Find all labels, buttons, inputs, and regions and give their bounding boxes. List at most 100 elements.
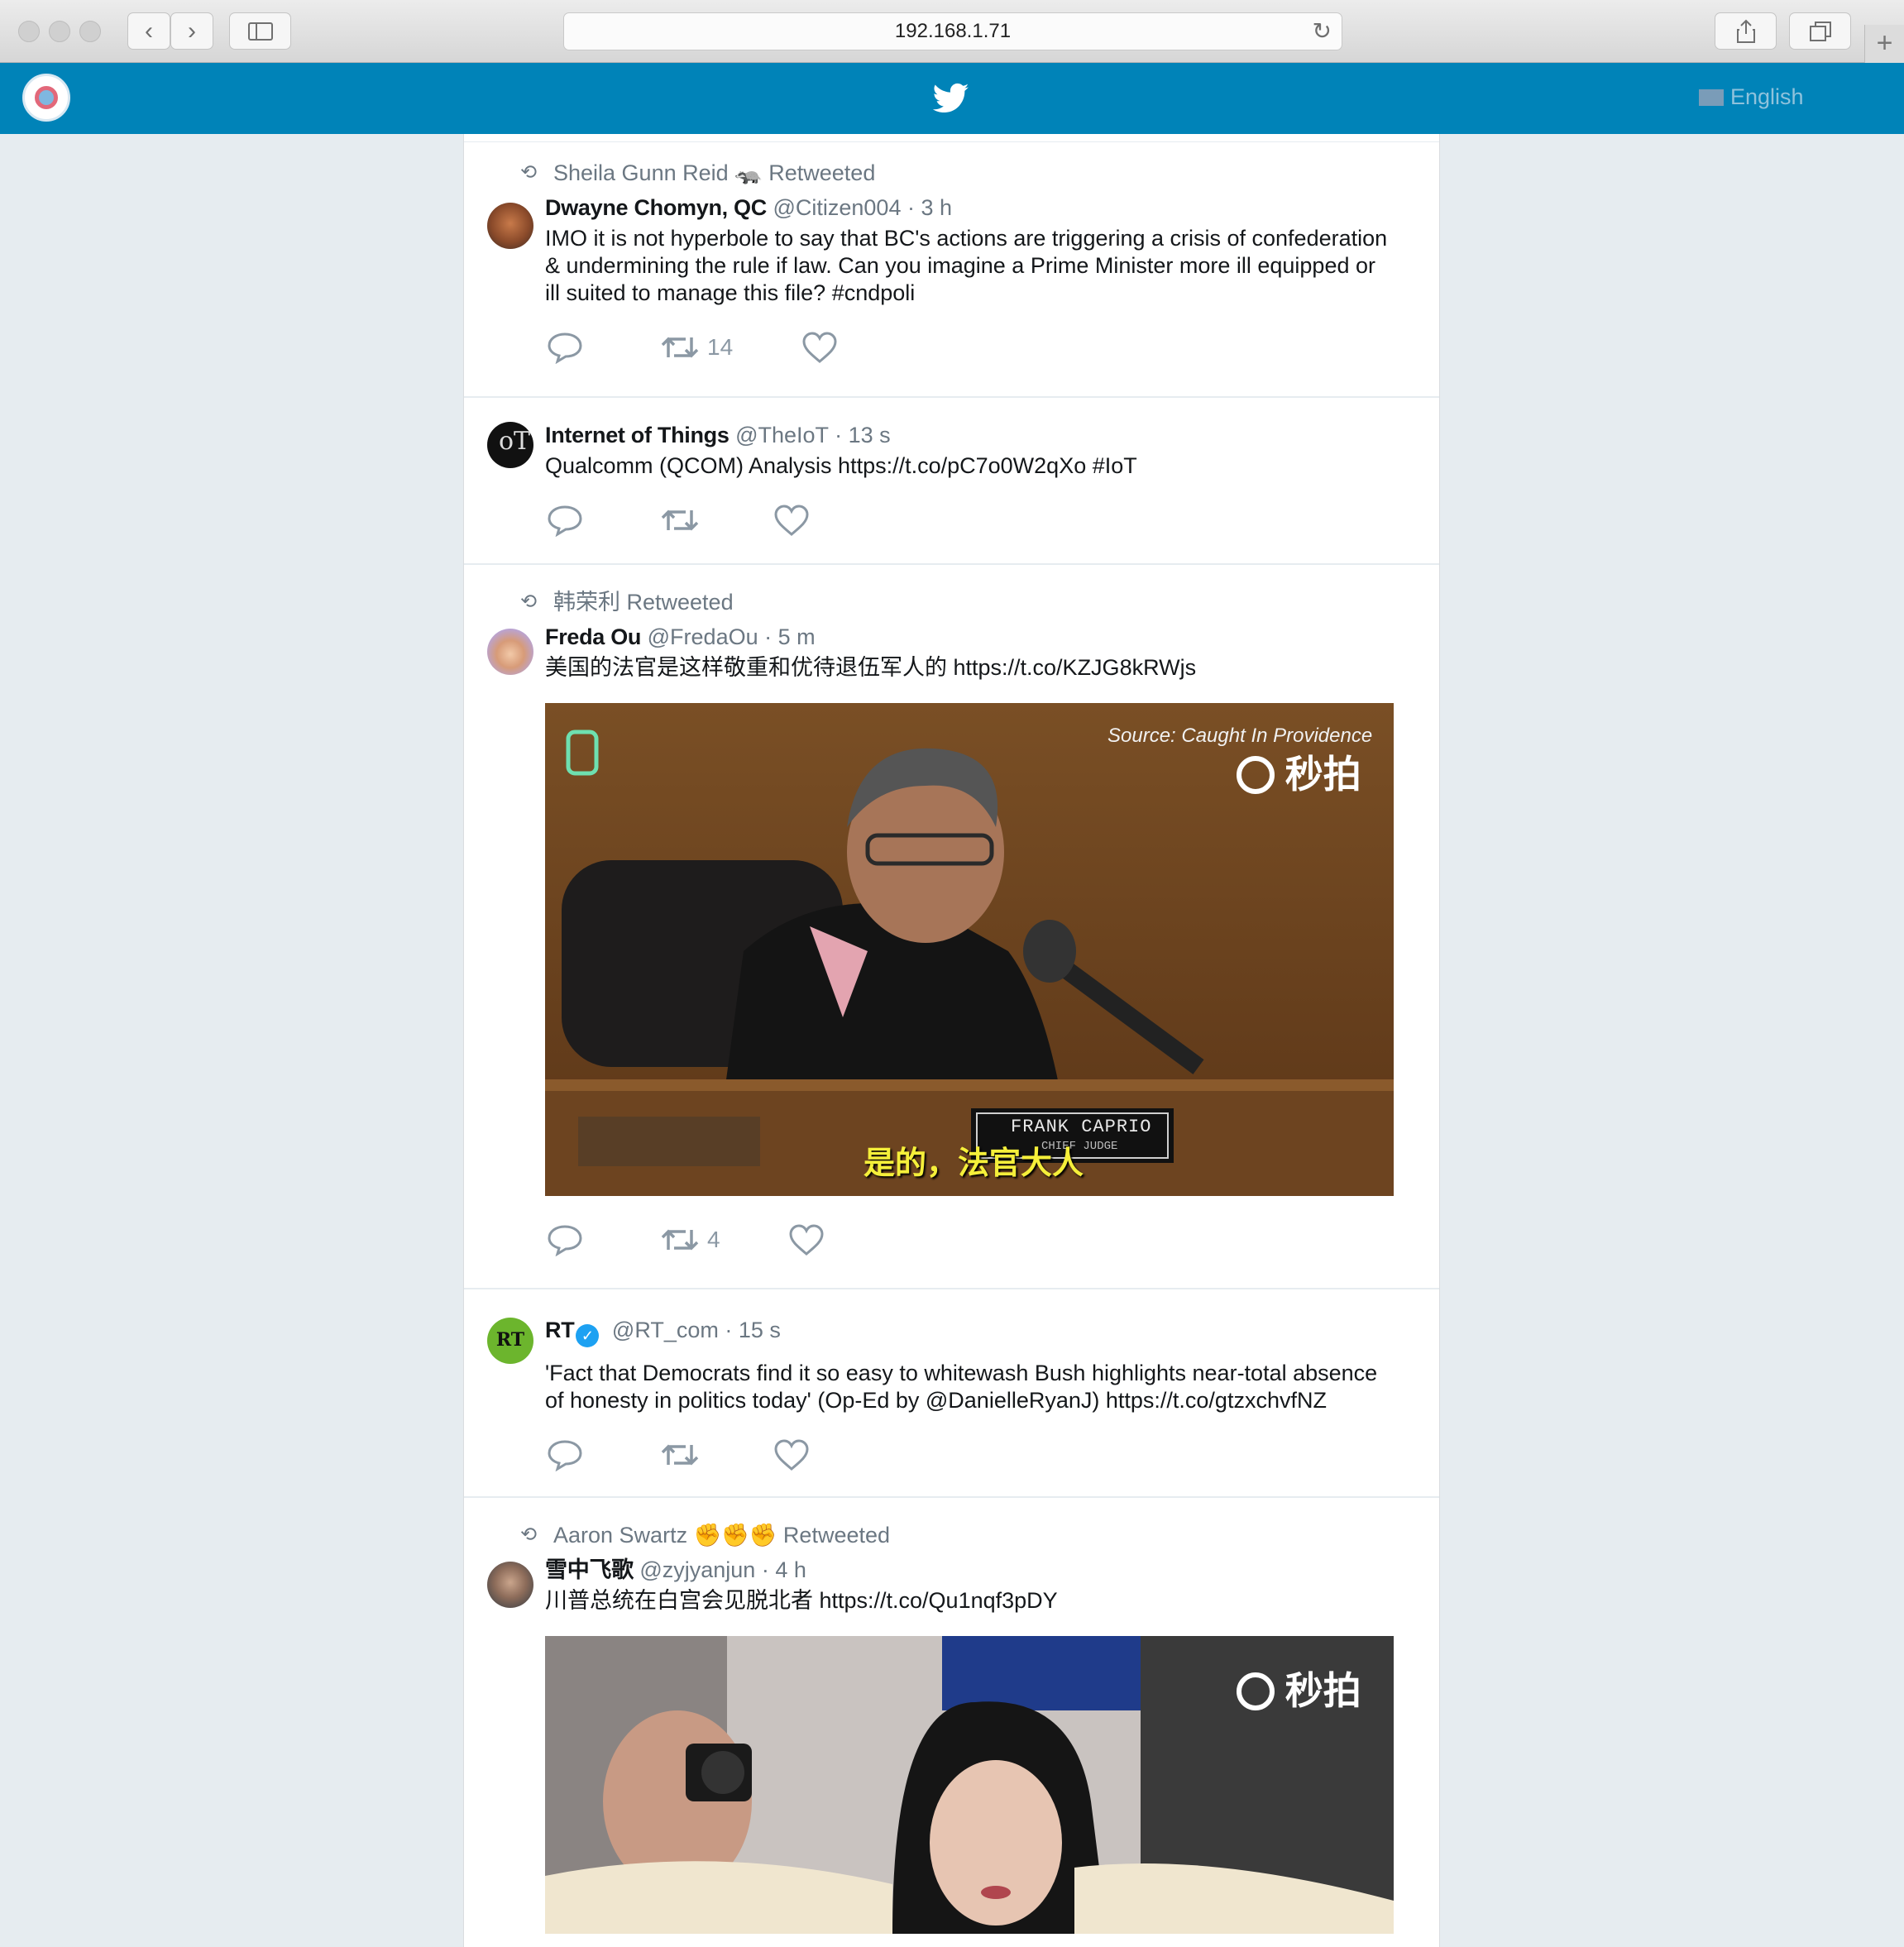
video-watermark: 秒拍: [1237, 1661, 1361, 1715]
avatar[interactable]: [487, 1562, 533, 1608]
tweet-text: 川普总统在白宫会见脱北者 https://t.co/Qu1nqf3pDY: [545, 1588, 1058, 1613]
sidebar-toggle-button[interactable]: [229, 12, 291, 50]
share-button[interactable]: [1715, 12, 1777, 50]
tweet[interactable]: ⟲ Aaron Swartz ✊✊✊ Retweeted 雪中飞歌 @zyjya…: [464, 1498, 1439, 1947]
reply-icon: [548, 505, 582, 537]
heart-icon: [774, 1439, 809, 1471]
handle[interactable]: @TheIoT: [735, 423, 828, 447]
camera-icon: [1237, 756, 1275, 794]
display-name[interactable]: Internet of Things: [545, 423, 730, 447]
twitter-bird-icon: [933, 83, 969, 113]
language-label: English: [1730, 84, 1804, 109]
retweeted-by-label: Sheila Gunn Reid 🦡 Retweeted: [553, 160, 876, 185]
new-tab-button[interactable]: +: [1864, 25, 1904, 63]
avatar[interactable]: RT: [487, 1318, 533, 1364]
like-button[interactable]: [773, 500, 810, 541]
verified-badge-icon: ✓: [576, 1324, 600, 1347]
app-logo[interactable]: [22, 74, 70, 122]
reply-icon: [548, 332, 582, 364]
avatar[interactable]: oT: [487, 422, 533, 468]
tweet[interactable]: oT Internet of Things @TheIoT · 13 s Qua…: [464, 398, 1439, 565]
reload-icon[interactable]: ↻: [1313, 13, 1332, 50]
retweet-icon: ⟲: [520, 591, 538, 613]
retweet-button[interactable]: [661, 500, 699, 541]
tweet-header: Freda Ou @FredaOu · 5 m: [545, 621, 1393, 653]
retweet-icon: [661, 1444, 699, 1466]
tweet-text: Qualcomm (QCOM) Analysis https://t.co/pC…: [545, 453, 1137, 478]
uk-flag-icon: [1699, 89, 1724, 106]
tabs-icon: [1809, 22, 1831, 41]
tweet-actions: [545, 500, 1393, 557]
display-name[interactable]: RT: [545, 1318, 575, 1342]
back-button[interactable]: ‹: [127, 12, 170, 50]
retweet-button[interactable]: [661, 1434, 699, 1476]
handle[interactable]: @RT_com: [612, 1318, 719, 1342]
browser-toolbar: ‹ › 192.168.1.71 ↻ +: [0, 0, 1904, 63]
tweet[interactable]: RT RT ✓ @RT_com · 15 s 'Fact that Democra…: [464, 1289, 1439, 1498]
tweet-text: 'Fact that Democrats find it so easy to …: [545, 1361, 1378, 1413]
like-button[interactable]: [773, 1434, 810, 1476]
reply-button[interactable]: [547, 1219, 583, 1261]
address-bar[interactable]: 192.168.1.71 ↻: [563, 12, 1342, 50]
timestamp[interactable]: · 5 m: [764, 624, 816, 649]
handle[interactable]: @Citizen004: [773, 195, 901, 220]
retweet-icon: ⟲: [520, 161, 538, 184]
zoom-window-button[interactable]: [79, 21, 101, 42]
chevron-left-icon: ‹: [145, 17, 153, 45]
close-window-button[interactable]: [18, 21, 40, 42]
camera-icon: [1237, 1672, 1275, 1710]
retweet-context: ⟲ 韩荣利 Retweeted: [464, 583, 1439, 621]
timeline: ⟲ Sheila Gunn Reid 🦡 Retweeted Dwayne Ch…: [463, 134, 1440, 1947]
display-name[interactable]: 雪中飞歌: [545, 1557, 634, 1582]
tweet-text: 美国的法官是这样敬重和优待退伍军人的 https://t.co/KZJG8kRW…: [545, 655, 1197, 680]
retweet-button[interactable]: 14: [661, 327, 733, 368]
retweet-button[interactable]: 4: [661, 1219, 720, 1261]
handle[interactable]: @zyjyanjun: [639, 1557, 755, 1582]
tweet-actions: 14: [545, 327, 1393, 385]
retweet-icon: [661, 337, 699, 358]
share-icon: [1736, 19, 1755, 43]
heart-icon: [774, 505, 809, 536]
retweet-count: 14: [707, 334, 734, 360]
tweet[interactable]: ⟲ Sheila Gunn Reid 🦡 Retweeted Dwayne Ch…: [464, 142, 1439, 398]
reply-button[interactable]: [547, 500, 583, 541]
handle[interactable]: @FredaOu: [648, 624, 758, 649]
reply-button[interactable]: [547, 327, 583, 368]
heart-icon: [789, 1224, 824, 1256]
avatar[interactable]: [487, 203, 533, 249]
like-button[interactable]: [801, 327, 838, 368]
tweet[interactable]: ⟲ 韩荣利 Retweeted Freda Ou @FredaOu · 5 m …: [464, 565, 1439, 1289]
video-thumbnail[interactable]: 秒拍: [545, 1636, 1394, 1934]
app-header: English: [0, 63, 1904, 134]
retweeted-by-label: Aaron Swartz ✊✊✊ Retweeted: [553, 1523, 891, 1548]
retweet-count: 4: [707, 1227, 720, 1252]
timestamp[interactable]: · 15 s: [725, 1318, 781, 1342]
tweet-header: RT ✓ @RT_com · 15 s: [545, 1314, 1393, 1347]
retweet-icon: ⟲: [520, 1524, 538, 1546]
sidebar-icon: [247, 22, 273, 41]
display-name[interactable]: Freda Ou: [545, 624, 641, 649]
like-button[interactable]: [788, 1219, 825, 1261]
video-thumbnail[interactable]: Source: Caught In Providence 秒拍 FRANK CA…: [545, 703, 1394, 1196]
chevron-right-icon: ›: [188, 17, 196, 45]
reply-icon: [548, 1440, 582, 1471]
retweeted-by-label: 韩荣利 Retweeted: [553, 590, 734, 615]
retweet-context: ⟲ Aaron Swartz ✊✊✊ Retweeted: [464, 1516, 1439, 1554]
video-subtitle: 是的，法官大人: [863, 1146, 1084, 1181]
language-selector[interactable]: English: [1699, 84, 1804, 110]
timestamp[interactable]: · 13 s: [835, 423, 891, 447]
timestamp[interactable]: · 4 h: [762, 1557, 806, 1582]
reply-icon: [548, 1225, 582, 1256]
forward-button[interactable]: ›: [170, 12, 213, 50]
video-watermark: 秒拍: [1237, 744, 1361, 799]
retweet-icon: [661, 1229, 699, 1251]
timestamp[interactable]: · 3 h: [907, 195, 952, 220]
tweet-text: IMO it is not hyperbole to say that BC's…: [545, 226, 1388, 305]
heart-icon: [802, 332, 837, 363]
minimize-window-button[interactable]: [49, 21, 70, 42]
reply-button[interactable]: [547, 1434, 583, 1476]
avatar[interactable]: [487, 629, 533, 675]
tabs-overview-button[interactable]: [1789, 12, 1851, 50]
display-name[interactable]: Dwayne Chomyn, QC: [545, 195, 767, 220]
tweet-actions: [545, 1434, 1393, 1492]
